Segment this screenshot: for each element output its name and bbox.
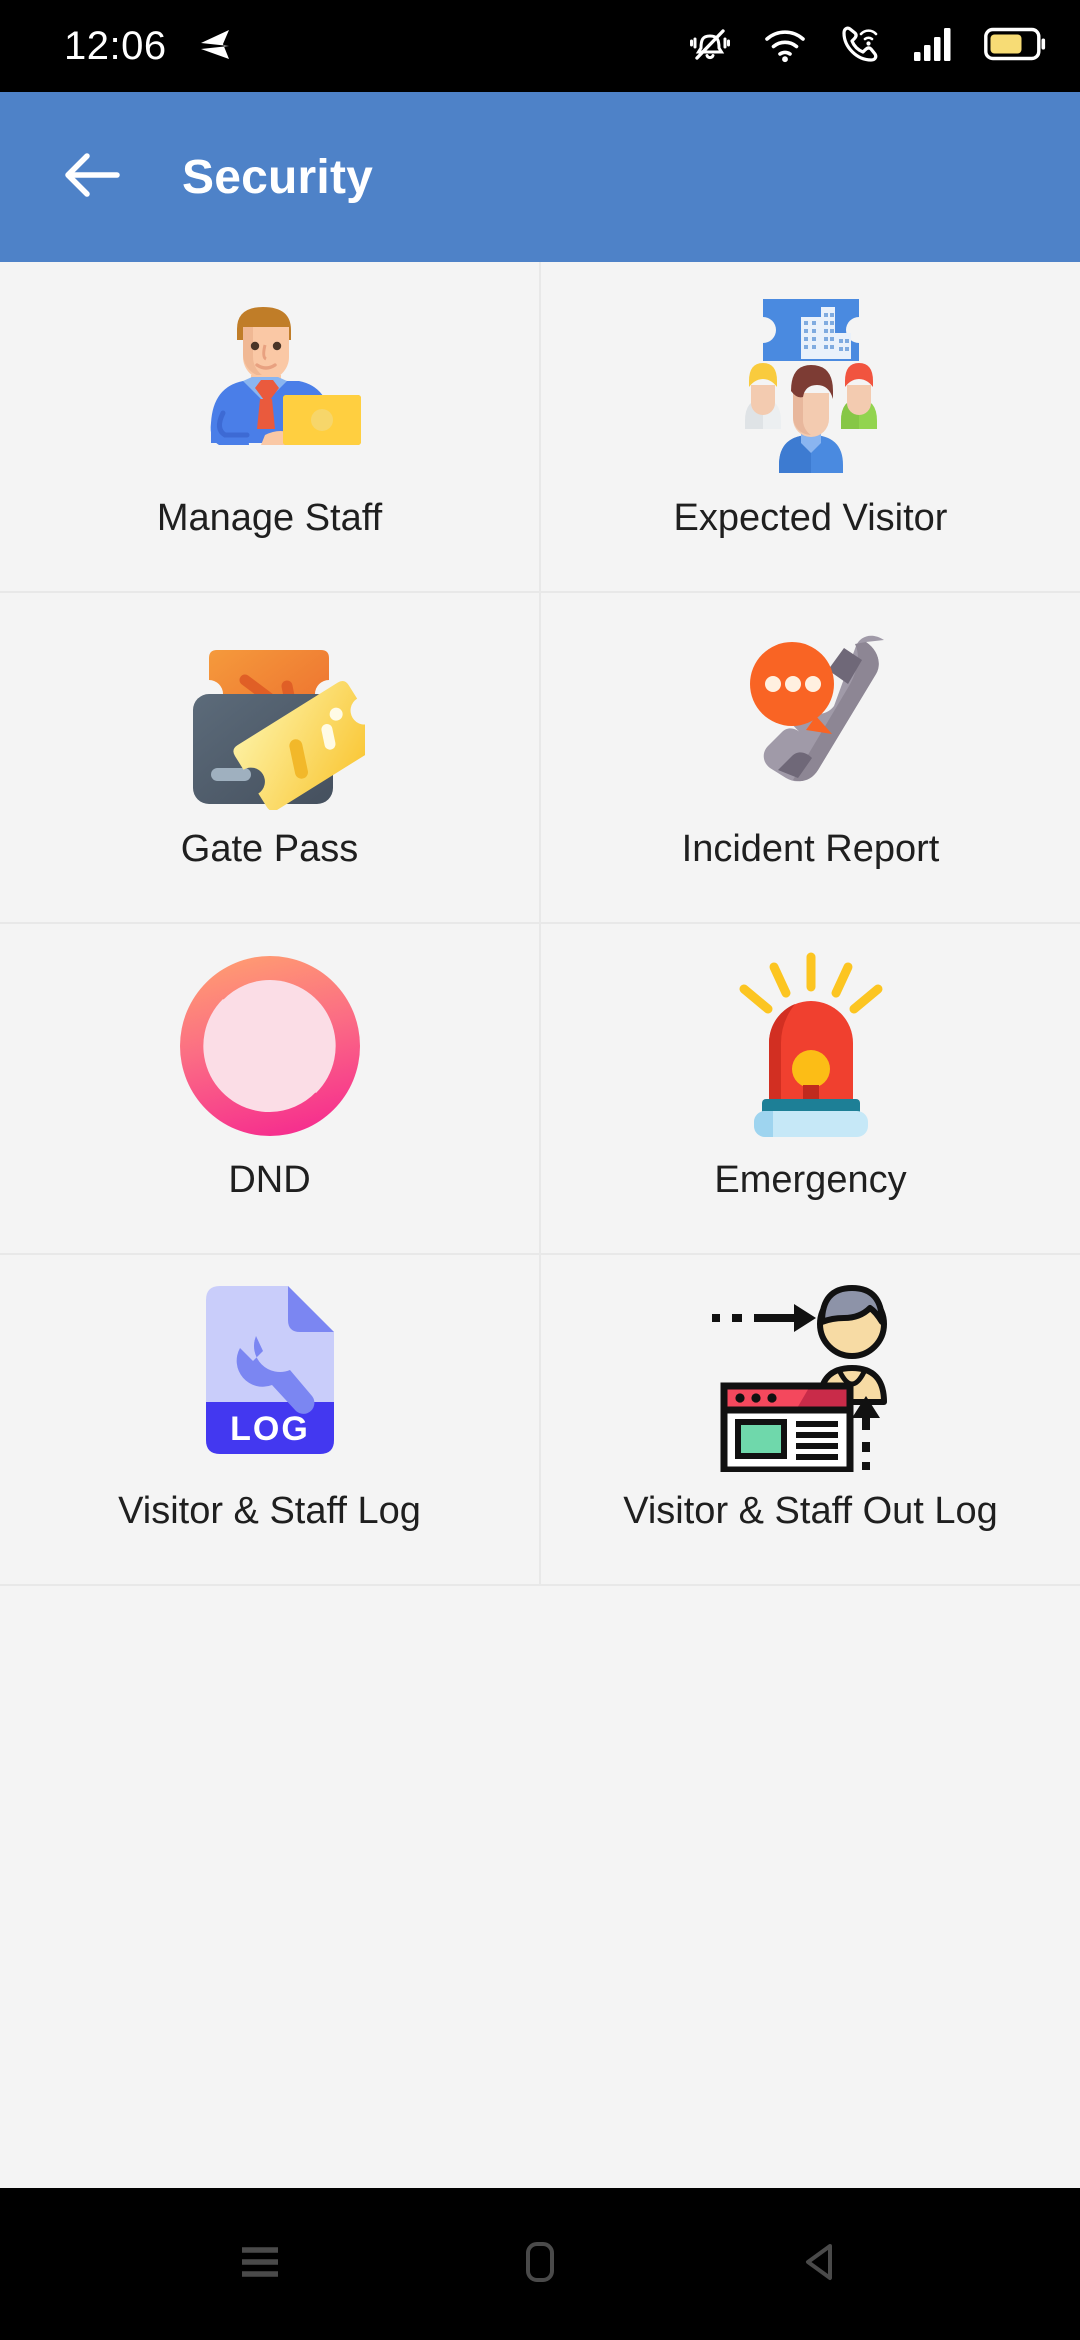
status-bar-right: [688, 22, 1046, 71]
security-menu-grid: Manage Staff Expected Visitor Gate Pass …: [0, 262, 1080, 1586]
svg-text:LOG: LOG: [230, 1410, 310, 1448]
grid-item-dnd[interactable]: DND: [0, 924, 539, 1253]
back-button[interactable]: [755, 2199, 885, 2329]
gate-pass-icon: [0, 615, 539, 815]
system-navigation-bar: [0, 2188, 1080, 2340]
grid-item-manage-staff[interactable]: Manage Staff: [0, 262, 539, 591]
grid-item-label: Visitor & Staff Log: [118, 1490, 421, 1532]
send-arrow-icon: [193, 26, 233, 67]
grid-item-label: Manage Staff: [156, 497, 383, 539]
grid-item-expected-visitor[interactable]: Expected Visitor: [541, 262, 1080, 591]
incident-report-icon: [541, 615, 1080, 815]
status-bar: 12:06: [0, 0, 1080, 92]
status-bar-clock: 12:06: [64, 24, 167, 68]
back-navigation-button[interactable]: [32, 117, 152, 237]
menu-lines-icon: [236, 2242, 284, 2287]
grid-item-label: DND: [228, 1159, 311, 1201]
wifi-icon: [762, 24, 808, 69]
grid-item-incident-report[interactable]: Incident Report: [541, 593, 1080, 922]
grid-item-label: Visitor & Staff Out Log: [623, 1490, 998, 1532]
manage-staff-icon: [0, 284, 539, 484]
dnd-icon: [0, 946, 539, 1146]
grid-item-label: Gate Pass: [180, 828, 359, 870]
home-button[interactable]: [475, 2199, 605, 2329]
back-triangle-icon: [796, 2238, 844, 2291]
grid-item-label: Incident Report: [681, 828, 940, 870]
emergency-siren-icon: [541, 946, 1080, 1146]
grid-item-visitor-staff-out-log[interactable]: Visitor & Staff Out Log: [541, 1255, 1080, 1584]
arrow-left-icon: [61, 149, 123, 206]
grid-item-gate-pass[interactable]: Gate Pass: [0, 593, 539, 922]
vibrate-silent-icon: [688, 22, 732, 71]
status-bar-left: 12:06: [64, 26, 233, 67]
cellular-signal-icon: [912, 24, 954, 69]
visitor-staff-log-icon: LOG: [0, 1277, 539, 1477]
grid-item-label: Emergency: [714, 1159, 907, 1201]
home-rounded-rect-icon: [519, 2238, 561, 2291]
app-bar: Security: [0, 92, 1080, 262]
recents-button[interactable]: [195, 2199, 325, 2329]
page-title: Security: [182, 150, 374, 204]
grid-item-emergency[interactable]: Emergency: [541, 924, 1080, 1253]
grid-item-label: Expected Visitor: [673, 497, 948, 539]
grid-item-visitor-staff-log[interactable]: LOG Visitor & Staff Log: [0, 1255, 539, 1584]
visitor-staff-out-log-icon: [541, 1277, 1080, 1477]
vowifi-call-icon: [838, 23, 882, 70]
empty-content-area: [0, 1586, 1080, 2188]
phone-screen: 12:06 Security Manage Staff Expected Vis…: [0, 0, 1080, 2340]
battery-icon: [984, 27, 1046, 66]
expected-visitor-icon: [541, 284, 1080, 484]
